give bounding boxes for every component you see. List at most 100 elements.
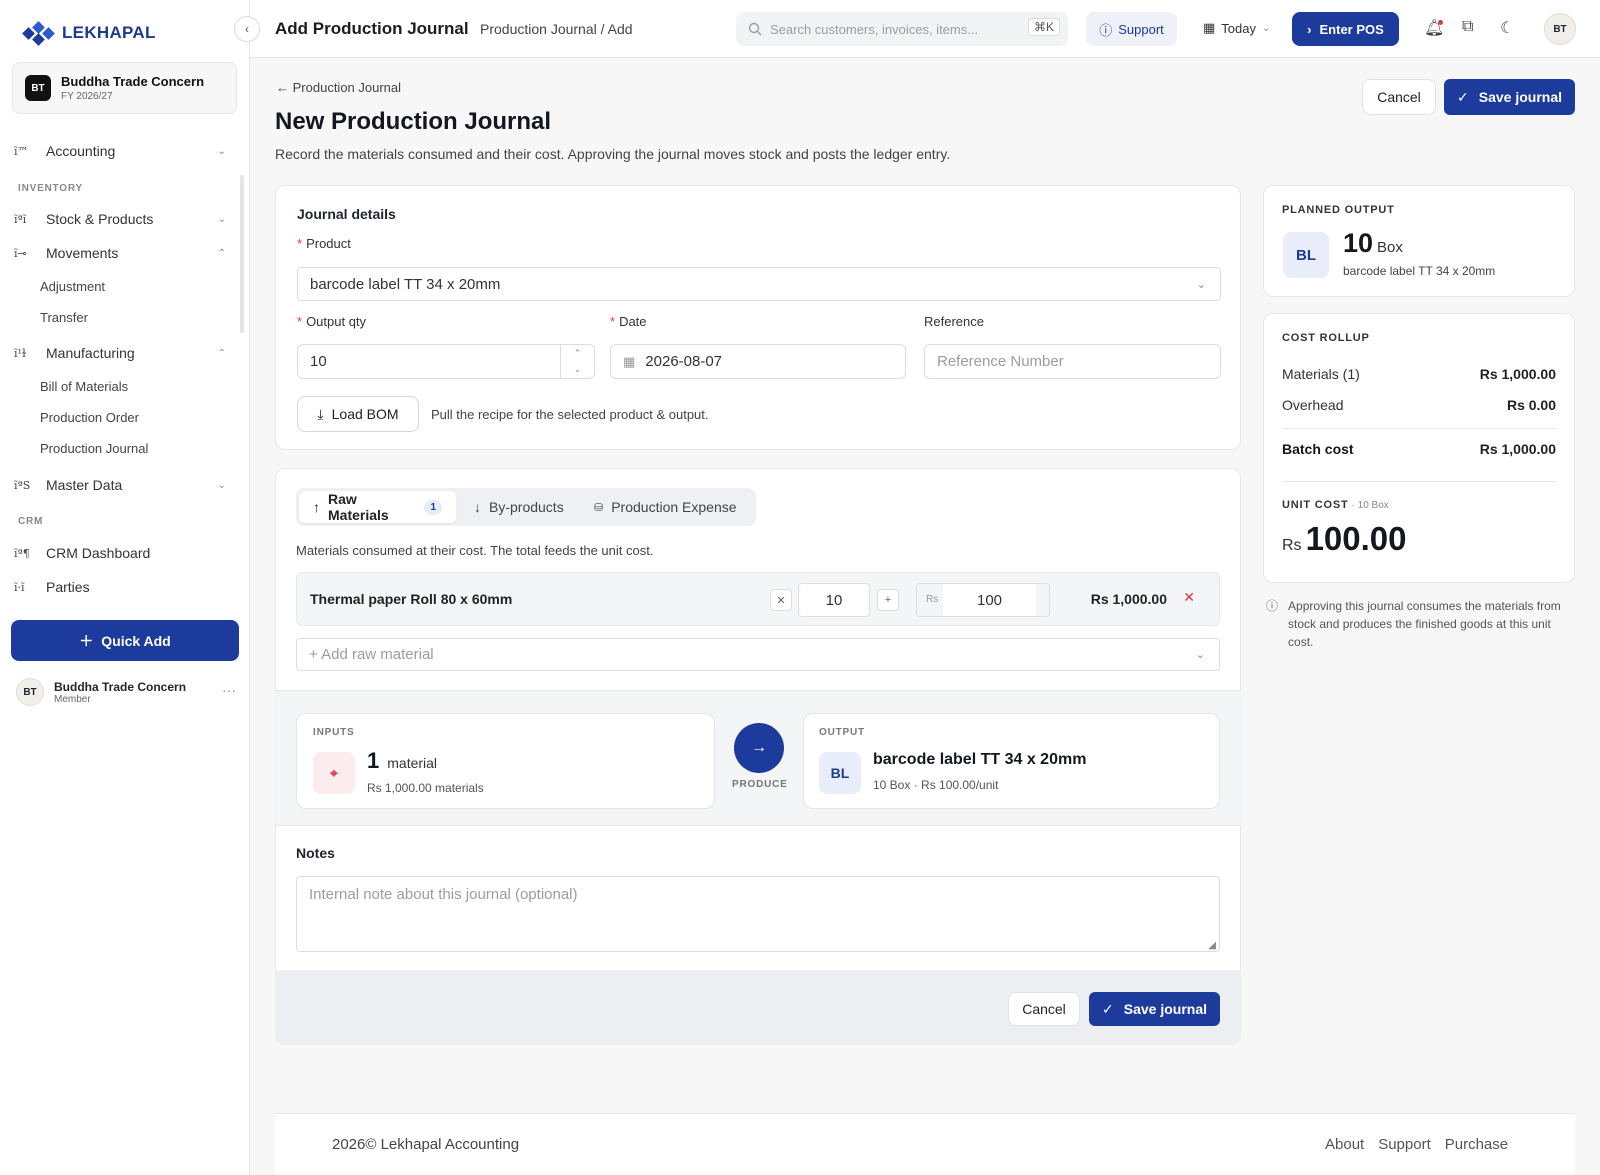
more-icon[interactable]: ···	[222, 682, 236, 698]
chevron-down-icon: ⌄	[1195, 649, 1205, 661]
cost-rollup-caption: COST ROLLUP	[1282, 332, 1370, 344]
page-footer: 2026© Lekhapal Accounting About Support …	[275, 1113, 1575, 1175]
tab-raw-materials[interactable]: ↑ Raw Materials 1	[299, 491, 456, 523]
resize-handle-icon[interactable]: ◢	[1208, 940, 1216, 951]
inputs-unit: material	[387, 755, 438, 771]
material-qty-input[interactable]: 10	[798, 583, 870, 617]
info-icon: ⓘ	[1266, 599, 1279, 613]
decrement-button[interactable]: ✕	[770, 589, 792, 611]
sidebar-item-movements[interactable]: ĩ⊸ Movements ⌃	[14, 238, 226, 268]
remove-row-icon[interactable]: ✕	[1183, 589, 1195, 606]
chevron-right-icon: ›	[456, 20, 461, 35]
chevron-down-icon: ⌄	[217, 213, 226, 225]
search-input[interactable]: Search customers, invoices, items... ⌘K	[736, 12, 1068, 46]
material-rate-input[interactable]: Rs 100	[916, 583, 1050, 617]
notes-textarea[interactable]: Internal note about this journal (option…	[296, 876, 1220, 952]
sidebar-item-production-order[interactable]: Production Order	[40, 410, 139, 425]
tab-production-expense[interactable]: ⛁ Production Expense	[580, 491, 751, 523]
support-button[interactable]: ⓘ Support	[1086, 12, 1177, 46]
support-label: Support	[1118, 21, 1164, 37]
topbar-title: Add Production Journal	[275, 19, 469, 38]
chevron-up-icon: ⌃	[217, 247, 226, 259]
output-qty-value: 10	[310, 353, 327, 370]
back-link[interactable]: ← Production Journal	[276, 80, 401, 95]
unit-cost: Rs 100.00	[1282, 520, 1407, 558]
material-row: Thermal paper Roll 80 x 60mm ✕ 10 + Rs 1…	[296, 572, 1220, 626]
sidebar-item-production-journal[interactable]: Production Journal	[40, 441, 148, 456]
output-qty-stepper[interactable]: 10 ⌃ ⌄	[297, 344, 595, 379]
save-journal-button[interactable]: ✓ Save journal	[1089, 992, 1220, 1026]
chevron-up-icon: ⌃	[573, 347, 582, 358]
org-fiscal-year: FY 2026/27	[61, 91, 113, 102]
page-description: Record the materials consumed and their …	[275, 146, 951, 162]
reference-input[interactable]: Reference Number	[924, 344, 1221, 379]
material-rate-value: 100	[943, 584, 1036, 616]
rollup-batch-row: Batch cost Rs 1,000.00	[1282, 441, 1556, 457]
date-field[interactable]: ▦ 2026-08-07	[610, 344, 906, 379]
inputs-summary: INPUTS ⌖ 1 material Rs 1,000.00 material…	[296, 713, 715, 809]
save-journal-button[interactable]: ✓ Save journal	[1444, 79, 1575, 115]
sidebar-item-bill-of-materials[interactable]: Bill of Materials	[40, 379, 128, 394]
notes-placeholder: Internal note about this journal (option…	[309, 886, 578, 903]
rollup-value: Rs 1,000.00	[1479, 441, 1556, 457]
load-bom-button[interactable]: ⤓ Load BOM	[297, 396, 419, 432]
accounting-icon: ĩ™	[14, 144, 29, 158]
chevron-left-icon: ‹	[245, 22, 249, 36]
sidebar: LEKHAPAL BT Buddha Trade Concern FY 2026…	[0, 0, 250, 1175]
load-bom-label: Load BOM	[331, 406, 399, 422]
sidebar-item-label: Movements	[46, 245, 119, 261]
logo-icon	[22, 21, 55, 46]
increment-button[interactable]: +	[877, 589, 899, 611]
footer-link-purchase[interactable]: Purchase	[1445, 1136, 1508, 1153]
sidebar-item-label: Stock & Products	[46, 211, 154, 227]
sidebar-item-master-data[interactable]: ĩªS Master Data ⌄	[14, 470, 226, 500]
cancel-button[interactable]: Cancel	[1008, 992, 1080, 1026]
stepper-arrows[interactable]: ⌃ ⌄	[560, 345, 594, 378]
org-switcher[interactable]: BT Buddha Trade Concern FY 2026/27	[12, 62, 237, 114]
sidebar-item-transfer[interactable]: Transfer	[40, 310, 88, 325]
breadcrumb[interactable]: Production Journal / Add	[480, 21, 633, 37]
rollup-value: Rs 1,000.00	[1479, 366, 1556, 382]
footer-link-support[interactable]: Support	[1378, 1136, 1431, 1153]
rollup-overhead-row: Overhead Rs 0.00	[1282, 397, 1556, 413]
back-link-label: Production Journal	[292, 80, 402, 95]
quick-add-button[interactable]: ＋ Quick Add	[11, 620, 239, 661]
planned-product: barcode label TT 34 x 20mm	[1343, 264, 1496, 278]
download-icon: ⤓	[317, 405, 324, 422]
chevron-down-icon: ⌄	[573, 364, 582, 375]
sidebar-item-manufacturing[interactable]: ĩ¹ɫ Manufacturing ⌃	[14, 338, 226, 368]
check-icon: ✓	[1102, 1000, 1114, 1017]
collapse-sidebar-button[interactable]: ‹	[234, 16, 260, 42]
coins-icon: ⛁	[594, 501, 604, 514]
sidebar-item-label: Master Data	[46, 477, 123, 493]
stock-icon: ĩªĩ	[14, 212, 27, 226]
brand-logo[interactable]: LEKHAPAL	[22, 20, 156, 46]
rollup-label: Materials (1)	[1282, 366, 1360, 382]
product-avatar: BL	[819, 752, 861, 794]
sidebar-item-stock[interactable]: ĩªĩ Stock & Products ⌄	[14, 204, 226, 234]
product-value: barcode label TT 34 x 20mm	[310, 275, 501, 293]
sidebar-item-adjustment[interactable]: Adjustment	[40, 279, 105, 294]
output-subtext: 10 Box · Rs 100.00/unit	[873, 778, 999, 792]
inputs-caption: INPUTS	[313, 727, 355, 738]
user-menu[interactable]: BT Buddha Trade Concern Member ···	[16, 678, 236, 706]
external-link-icon[interactable]: ⧉	[1462, 18, 1473, 36]
tab-by-products[interactable]: ↓ By-products	[460, 491, 578, 523]
material-name: Thermal paper Roll 80 x 60mm	[310, 591, 513, 607]
moon-icon[interactable]: ☾	[1500, 18, 1514, 38]
notification-dot	[1438, 20, 1443, 25]
cancel-button[interactable]: Cancel	[1362, 79, 1436, 115]
planned-unit: Box	[1377, 239, 1403, 256]
sidebar-item-crm-dashboard[interactable]: ĩª¶ CRM Dashboard	[14, 538, 226, 568]
add-raw-material-select[interactable]: + Add raw material ⌄	[296, 638, 1220, 671]
crm-dashboard-icon: ĩª¶	[14, 546, 30, 560]
date-label: * Date	[610, 314, 647, 329]
user-avatar[interactable]: BT	[1544, 13, 1576, 45]
sidebar-item-accounting[interactable]: ĩ™ Accounting ⌄	[14, 136, 226, 166]
product-select[interactable]: barcode label TT 34 x 20mm ⌄	[297, 267, 1221, 301]
footer-link-about[interactable]: About	[1325, 1136, 1364, 1153]
date-filter-select[interactable]: ▦ Today ⌄	[1203, 20, 1270, 36]
enter-pos-button[interactable]: › Enter POS	[1292, 12, 1399, 46]
sidebar-scrollbar[interactable]	[240, 175, 244, 333]
sidebar-item-parties[interactable]: ĩ·ĩ Parties	[14, 572, 226, 602]
